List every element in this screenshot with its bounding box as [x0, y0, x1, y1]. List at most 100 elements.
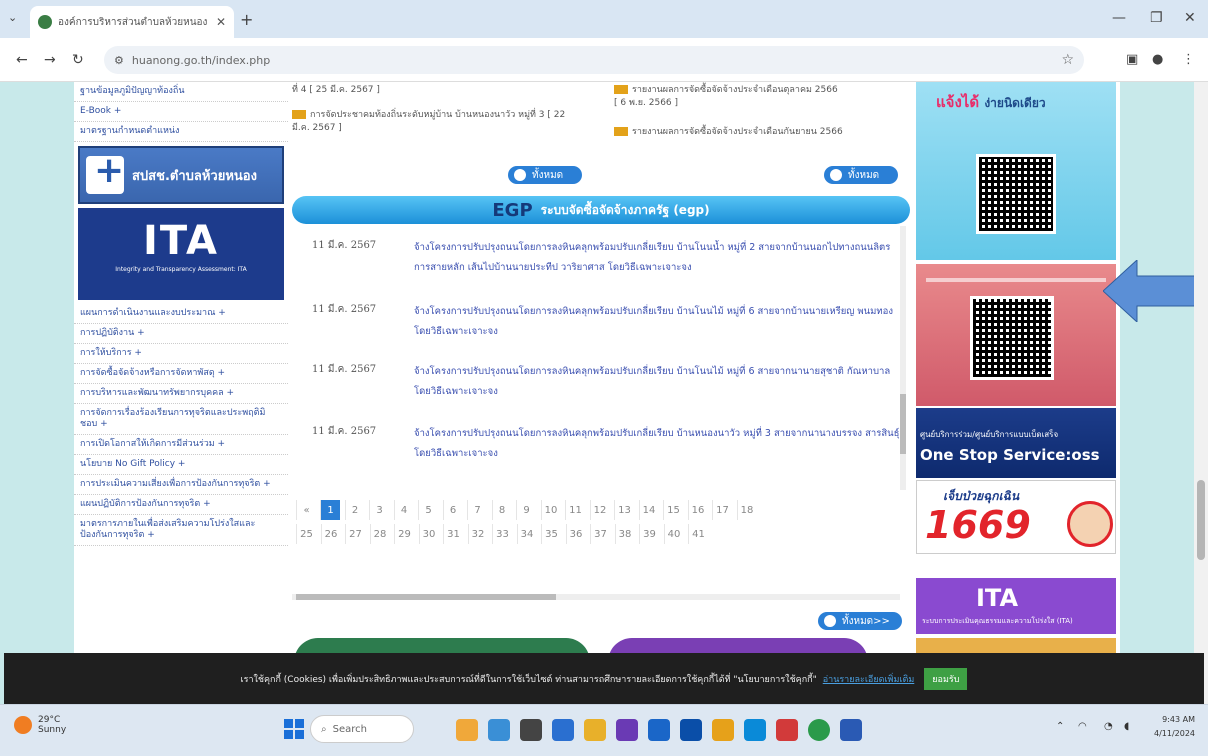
maximize-icon[interactable]: ❐ — [1150, 10, 1163, 26]
page-number-link[interactable]: 34 — [516, 524, 537, 544]
page-number-link[interactable]: 33 — [492, 524, 512, 544]
page-number-link[interactable]: 7 — [467, 500, 487, 520]
tray-wifi-icon[interactable]: ◔ — [1104, 721, 1113, 732]
menu-item[interactable]: มาตรฐานกำหนดตำแหน่ง — [74, 122, 288, 142]
site-info-icon[interactable]: ⚙ — [114, 54, 124, 67]
taskbar-app-icon[interactable] — [552, 719, 574, 741]
page-number-link[interactable]: 11 — [565, 500, 585, 520]
page-number-link[interactable]: 41 — [688, 524, 708, 544]
back-icon[interactable]: ← — [16, 52, 28, 68]
pagination-scrollbar[interactable] — [292, 594, 900, 600]
egp-row-link[interactable]: จ้างโครงการปรับปรุงถนนโดยการลงหินคลุกพร้… — [414, 238, 900, 278]
report-qr-banner[interactable]: แจ้งได้ ง่ายนิดเดียว — [916, 82, 1116, 260]
menu-item[interactable]: แผนการดำเนินงานและงบประมาณ + — [74, 304, 288, 324]
taskbar-app-icon[interactable] — [840, 719, 862, 741]
menu-item[interactable]: นโยบาย No Gift Policy + — [74, 455, 288, 475]
page-number-link[interactable]: 31 — [443, 524, 463, 544]
taskbar-app-icon[interactable] — [456, 719, 478, 741]
menu-item[interactable]: แผนปฏิบัติการป้องกันการทุจริต + — [74, 495, 288, 515]
taskbar-app-icon[interactable] — [712, 719, 734, 741]
menu-item[interactable]: การจัดการเรื่องร้องเรียนการทุจริตและประพ… — [74, 404, 288, 435]
sidebar-icon[interactable]: ▣ — [1126, 52, 1138, 67]
taskbar-app-icon[interactable] — [776, 719, 798, 741]
profile-icon[interactable]: ● — [1152, 52, 1163, 67]
menu-item[interactable]: การบริหารและพัฒนาทรัพยากรบุคคล + — [74, 384, 288, 404]
tray-chevron-icon[interactable]: ⌃ — [1056, 721, 1064, 732]
tray-network-icon[interactable]: ◠ — [1078, 721, 1087, 732]
file-explorer-icon[interactable] — [584, 719, 606, 741]
page-scrollbar[interactable] — [1194, 82, 1208, 704]
taskbar-app-icon[interactable] — [488, 719, 510, 741]
page-number-link[interactable]: 16 — [687, 500, 708, 520]
page-number-link[interactable]: 14 — [638, 500, 659, 520]
news-link[interactable]: การจัดประชาคมท้องถิ่นระดับหมู่บ้าน บ้านห… — [310, 110, 545, 120]
page-number-link[interactable]: 40 — [663, 524, 684, 544]
page-number-link[interactable]: 29 — [394, 524, 414, 544]
egp-row-link[interactable]: จ้างโครงการปรับปรุงถนนโดยการลงหินคลุกพร้… — [414, 424, 900, 464]
page-number-link[interactable]: 1 — [320, 500, 340, 520]
taskbar-app-icon[interactable] — [616, 719, 638, 741]
taskbar-app-icon[interactable] — [680, 719, 702, 741]
browser-menu-icon[interactable]: ⋮ — [1182, 52, 1195, 67]
page-number-link[interactable]: 2 — [344, 500, 365, 520]
more-button-left[interactable]: ทั้งหมด — [508, 166, 582, 184]
cookie-accept-button[interactable]: ยอมรับ — [924, 667, 968, 690]
forward-icon[interactable]: → — [44, 52, 56, 68]
new-tab-icon[interactable]: + — [240, 10, 253, 29]
menu-item[interactable]: การจัดซื้อจัดจ้างหรือการจัดหาพัสดุ + — [74, 364, 288, 384]
news-link[interactable]: รายงานผลการจัดซื้อจัดจ้างประจำเดือนตุลาค… — [632, 85, 838, 95]
more-button-right[interactable]: ทั้งหมด — [824, 166, 898, 184]
prev-page-icon[interactable]: « — [296, 500, 316, 520]
edge-icon[interactable] — [744, 719, 766, 741]
tab-search-icon[interactable]: ⌄ — [8, 11, 17, 24]
bookmark-star-icon[interactable]: ☆ — [1061, 52, 1074, 68]
tab-close-icon[interactable]: ✕ — [216, 15, 226, 29]
page-number-link[interactable]: 13 — [614, 500, 634, 520]
taskbar-search[interactable]: ⌕ Search — [310, 715, 414, 743]
menu-item[interactable]: มาตรการภายในเพื่อส่งเสริมความโปร่งใสและป… — [74, 515, 288, 546]
tray-volume-icon[interactable]: ◖ — [1124, 721, 1129, 732]
page-number-link[interactable]: 12 — [589, 500, 610, 520]
page-number-link[interactable]: 5 — [418, 500, 438, 520]
page-number-link[interactable]: 37 — [590, 524, 610, 544]
page-number-link[interactable]: 32 — [467, 524, 488, 544]
page-number-link[interactable]: 4 — [393, 500, 414, 520]
windows-start-icon[interactable] — [284, 719, 304, 739]
ita-right-banner[interactable]: ITA ระบบการประเมินคุณธรรมและความโปร่งใส … — [916, 578, 1116, 634]
page-number-link[interactable]: 27 — [345, 524, 365, 544]
page-number-link[interactable]: 10 — [540, 500, 561, 520]
page-number-link[interactable]: 35 — [541, 524, 561, 544]
nhso-banner[interactable]: สปสช.ตำบลห้วยหนอง — [78, 146, 284, 204]
page-number-link[interactable]: 8 — [491, 500, 512, 520]
qr-banner[interactable] — [916, 264, 1116, 406]
menu-item[interactable]: การประเมินความเสี่ยงเพื่อการป้องกันการทุ… — [74, 475, 288, 495]
taskbar-app-icon[interactable] — [520, 719, 542, 741]
system-clock[interactable]: 9:43 AM 4/11/2024 — [1154, 713, 1195, 741]
page-number-link[interactable]: 28 — [369, 524, 390, 544]
chrome-icon[interactable] — [808, 719, 830, 741]
egp-row-link[interactable]: จ้างโครงการปรับปรุงถนนโดยการลงหินคลุกพร้… — [414, 362, 900, 402]
browser-tab[interactable]: องค์การบริหารส่วนตำบลห้วยหนอง ✕ — [30, 6, 234, 38]
emergency-1669-banner[interactable]: เจ็บป่วยฉุกเฉิน 1669 — [916, 480, 1116, 554]
page-number-link[interactable]: 17 — [712, 500, 732, 520]
page-number-link[interactable]: 30 — [418, 524, 439, 544]
cookie-more-link[interactable]: อ่านรายละเอียดเพิ่มเติม — [823, 672, 915, 686]
reload-icon[interactable]: ↻ — [72, 52, 84, 68]
weather-widget[interactable]: 29°C Sunny — [14, 715, 66, 735]
menu-item[interactable]: การให้บริการ + — [74, 344, 288, 364]
page-number-link[interactable]: 6 — [442, 500, 463, 520]
egp-list-scrollbar[interactable] — [900, 226, 906, 490]
egp-row-link[interactable]: จ้างโครงการปรับปรุงถนนโดยการลงหินคลุกพร้… — [414, 302, 900, 342]
menu-item[interactable]: การเปิดโอกาสให้เกิดการมีส่วนร่วม + — [74, 435, 288, 455]
page-number-link[interactable]: 39 — [639, 524, 659, 544]
minimize-icon[interactable]: — — [1112, 10, 1126, 26]
page-number-link[interactable]: 9 — [516, 500, 536, 520]
one-stop-service-banner[interactable]: ศูนย์บริการร่วม/ศูนย์บริการแบบเบ็ดเสร็จ … — [916, 408, 1116, 478]
menu-item[interactable]: ฐานข้อมูลภูมิปัญญาท้องถิ่น — [74, 82, 288, 102]
page-number-link[interactable]: 18 — [736, 500, 757, 520]
page-number-link[interactable]: 3 — [369, 500, 389, 520]
page-number-link[interactable]: 36 — [565, 524, 586, 544]
url-field[interactable]: ⚙ huanong.go.th/index.php ☆ — [104, 46, 1084, 74]
page-number-link[interactable]: 26 — [320, 524, 341, 544]
page-number-link[interactable]: 38 — [614, 524, 635, 544]
